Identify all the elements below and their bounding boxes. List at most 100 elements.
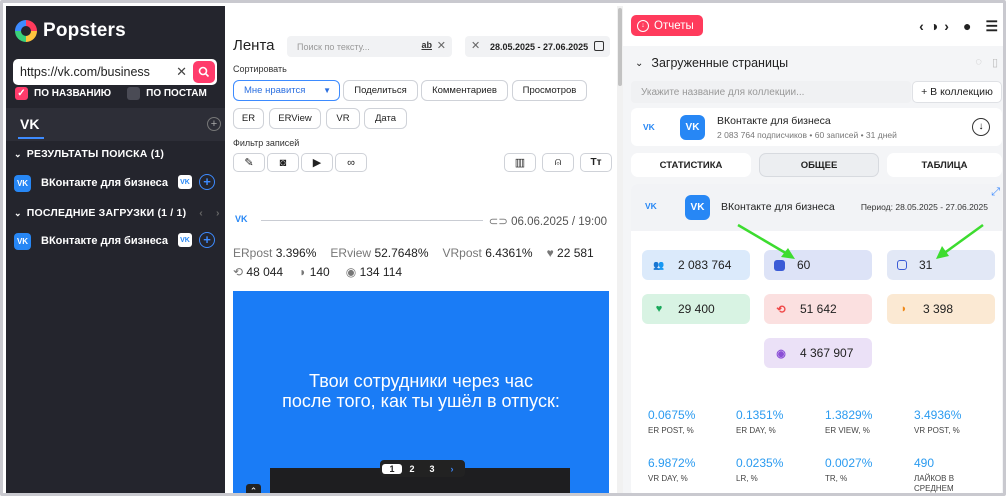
heart-icon: ♥	[655, 303, 663, 315]
theme-toggle-icon[interactable]: ◑	[930, 18, 938, 35]
stat-lr: 0.0235% LR, %	[736, 456, 816, 484]
pager-page-2[interactable]: 2	[402, 464, 422, 474]
scroll-up-icon[interactable]: ⌃	[246, 484, 261, 493]
link-icon: ⊂⊃	[488, 216, 512, 228]
columns-icon: ▥	[514, 157, 526, 169]
vk-badge-icon: VK	[178, 233, 192, 247]
top-bar: ↓ Отчеты ‹ ◑ › ● ☰	[623, 6, 1003, 46]
loaded-pages-actions: ◌ ▯	[975, 56, 998, 69]
add-network-icon[interactable]: +	[207, 117, 221, 131]
menu-icon[interactable]: ☰	[985, 18, 998, 35]
next-page-icon[interactable]: ›	[216, 207, 220, 219]
user-icon[interactable]: ●	[963, 18, 971, 35]
layout-toggle-button[interactable]: ▥	[504, 153, 536, 172]
stat-value: 6.9872%	[648, 456, 696, 470]
date-range-picker[interactable]: ✕ 28.05.2025 - 27.06.2025	[465, 36, 610, 57]
chevron-right-icon[interactable]: ›	[442, 464, 462, 474]
download-icon[interactable]: ↓	[972, 118, 990, 136]
stat-vr-post: 3.4936% VR POST, %	[914, 408, 994, 436]
tab-statistics[interactable]: СТАТИСТИКА	[631, 153, 751, 177]
sort-likes-dropdown[interactable]: Мне нравится ▼	[233, 80, 340, 101]
brand[interactable]: Popsters	[15, 20, 126, 42]
font-size-button[interactable]: Tт	[580, 153, 612, 172]
sort-date-button[interactable]: Дата	[364, 108, 407, 129]
reports-button[interactable]: ↓ Отчеты	[631, 15, 703, 36]
stat-label: LR, %	[736, 474, 758, 483]
trash-icon[interactable]: ▯	[992, 56, 998, 69]
tab-vk[interactable]: VK	[20, 116, 39, 132]
hide-icon[interactable]: ◌	[975, 56, 982, 69]
stat-avg-likes: 490 ЛАЙКОВ В СРЕДНЕМ	[914, 456, 984, 493]
filter-link-button[interactable]: ∞	[335, 153, 367, 172]
filter-photo-button[interactable]: ◙	[267, 153, 299, 172]
calendar-icon	[594, 41, 604, 51]
stat-value: 3.4936%	[914, 408, 962, 422]
comment-icon: ◗	[900, 303, 908, 315]
post-date[interactable]: ⊂⊃ 06.06.2025 / 19:00	[489, 214, 607, 228]
post-date-value: 06.06.2025 / 19:00	[511, 216, 607, 228]
sort-vr-button[interactable]: VR	[326, 108, 360, 129]
recent-loads-header[interactable]: ⌄ ПОСЛЕДНИЕ ЗАГРУЗКИ (1 / 1) ‹ ›	[14, 207, 220, 219]
vk-icon: VK	[643, 122, 655, 132]
sort-likes-label: Мне нравится	[244, 85, 306, 96]
analytics-panel: ↓ Отчеты ‹ ◑ › ● ☰ ⌄ Загруженные страниц…	[623, 6, 1003, 493]
search-result-item[interactable]: VK ВКонтакте для бизнеса VK +	[14, 174, 219, 192]
stat-vr-day: 6.9872% VR DAY, %	[648, 456, 728, 484]
add-source-button[interactable]: +	[199, 232, 215, 248]
chevron-left-icon[interactable]: ‹	[919, 18, 924, 35]
clear-icon[interactable]: ✕	[437, 39, 446, 52]
brand-name: Popsters	[43, 20, 126, 41]
sort-views-button[interactable]: Просмотров	[512, 80, 587, 101]
pager-page-3[interactable]: 3	[422, 464, 442, 474]
comment-icon: ◗	[299, 265, 307, 279]
text-search-input[interactable]: Поиск по тексту... ab ✕	[287, 36, 452, 57]
filter-text-button[interactable]: ✎	[233, 153, 265, 172]
vk-icon: VK	[14, 232, 31, 250]
views-total-value: 4 367 907	[800, 346, 854, 360]
filter-by-posts-checkbox[interactable]	[127, 87, 141, 100]
filter-by-posts-label: ПО ПОСТАМ	[146, 88, 207, 99]
clear-icon[interactable]: ✕	[176, 64, 187, 80]
collection-name-input[interactable]: Укажите название для коллекции...	[631, 81, 911, 103]
pager-page-1[interactable]: 1	[382, 463, 402, 474]
sort-shares-button[interactable]: Поделиться	[343, 80, 418, 101]
tab-general[interactable]: ОБЩЕЕ	[759, 153, 879, 177]
search-result-name: ВКонтакте для бизнеса	[41, 177, 169, 189]
source-avatar: VK	[680, 115, 705, 140]
chevron-down-icon: ⌄	[14, 148, 22, 159]
filter-by-name-checkbox[interactable]: ✓	[15, 87, 28, 100]
top-bar-icons: ‹ ◑ › ● ☰	[919, 18, 998, 35]
filter-by-name-label: ПО НАЗВАНИЮ	[34, 88, 112, 99]
reports-label: Отчеты	[654, 19, 694, 32]
image-pager: 1 2 3 ›	[380, 460, 465, 477]
tab-table[interactable]: ТАБЛИЦА	[887, 153, 1002, 177]
search-results-header[interactable]: ⌄ РЕЗУЛЬТАТЫ ПОИСКА (1)	[14, 148, 164, 160]
posts-icon	[774, 259, 785, 271]
er-view-metric: ERview 52.7648%	[330, 246, 428, 260]
filter-video-button[interactable]: ▶	[301, 153, 333, 172]
reposts-total-value: 51 642	[800, 302, 837, 316]
loaded-pages-header[interactable]: ⌄ Загруженные страницы	[635, 56, 788, 70]
loaded-source-card[interactable]: VK VK ВКонтакте для бизнеса 2 083 764 по…	[631, 108, 1002, 146]
repost-icon: ⟲	[233, 265, 244, 279]
app-window: Popsters https://vk.com/business ✕ ✓ ПО …	[0, 0, 1006, 496]
stat-label: ER DAY, %	[736, 426, 776, 435]
search-button[interactable]	[193, 61, 215, 83]
sort-comments-button[interactable]: Комментариев	[421, 80, 508, 101]
recent-load-item[interactable]: VK ВКонтакте для бизнеса VK +	[14, 232, 219, 250]
clear-icon[interactable]: ✕	[471, 39, 480, 52]
sort-erview-button[interactable]: ERView	[269, 108, 321, 129]
chevron-right-icon[interactable]: ›	[944, 18, 949, 35]
add-to-collection-button[interactable]: + В коллекцию	[912, 81, 1002, 103]
prev-page-icon[interactable]: ‹	[199, 207, 203, 219]
source-search-input[interactable]: https://vk.com/business ✕	[13, 59, 217, 85]
source-summary: 2 083 764 подписчиков • 60 записей • 31 …	[717, 130, 897, 140]
open-external-icon[interactable]: ⤢	[991, 186, 1000, 199]
sort-er-button[interactable]: ER	[233, 108, 264, 129]
scrollbar-thumb[interactable]	[618, 8, 622, 86]
search-results-title: РЕЗУЛЬТАТЫ ПОИСКА (1)	[26, 148, 165, 160]
add-source-button[interactable]: +	[199, 174, 215, 190]
post-image[interactable]: Твои сотрудники через час после того, ка…	[233, 291, 609, 493]
user-filter-button[interactable]: ⍝	[542, 153, 574, 172]
case-toggle-icon[interactable]: ab	[421, 40, 432, 50]
